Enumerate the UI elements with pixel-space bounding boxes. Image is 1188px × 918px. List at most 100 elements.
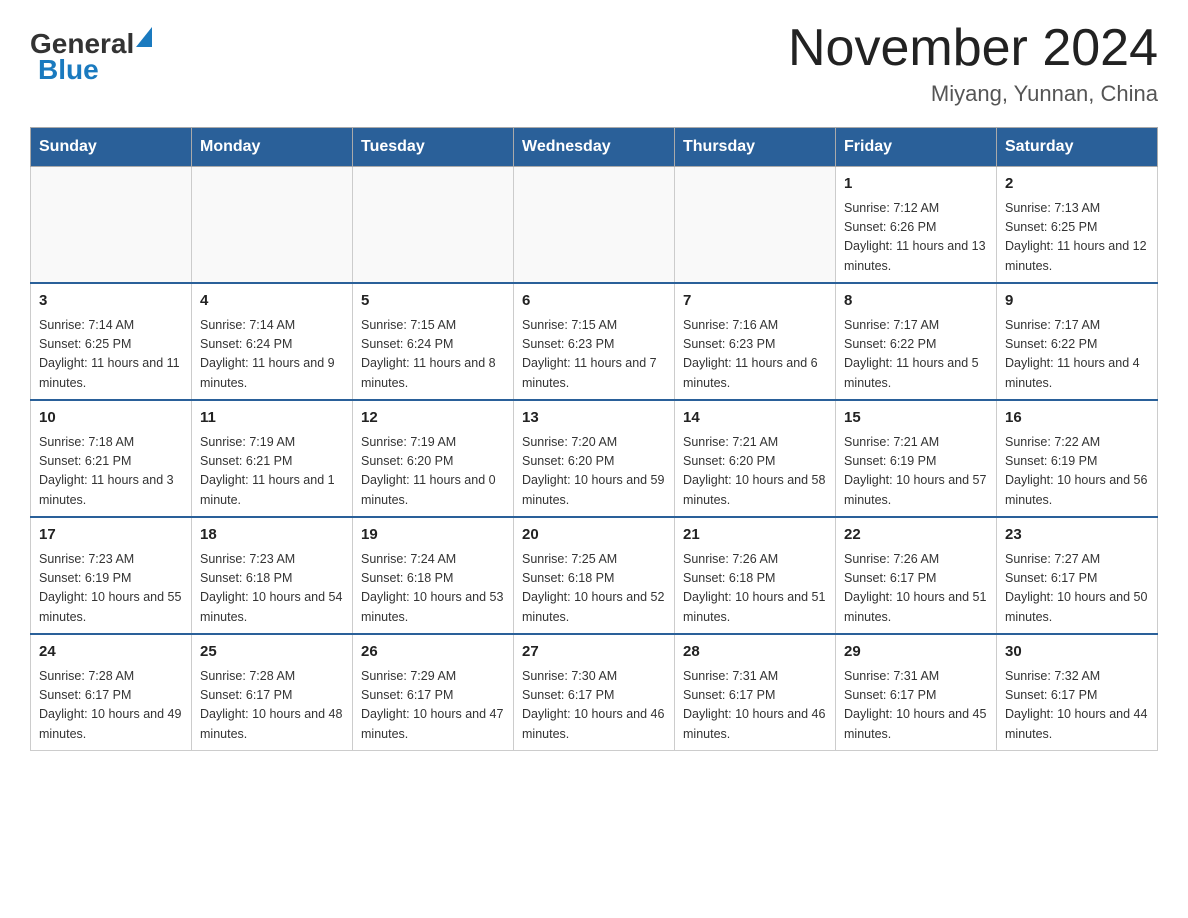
day-info: Sunrise: 7:32 AMSunset: 6:17 PMDaylight:… <box>1005 667 1149 745</box>
day-number: 4 <box>200 290 344 313</box>
day-info: Sunrise: 7:23 AMSunset: 6:18 PMDaylight:… <box>200 550 344 628</box>
day-info: Sunrise: 7:31 AMSunset: 6:17 PMDaylight:… <box>844 667 988 745</box>
calendar-week-row: 24 Sunrise: 7:28 AMSunset: 6:17 PMDayligh… <box>31 634 1158 751</box>
day-number: 17 <box>39 524 183 547</box>
day-number: 24 <box>39 641 183 664</box>
day-number: 20 <box>522 524 666 547</box>
day-number: 18 <box>200 524 344 547</box>
calendar-cell: 27 Sunrise: 7:30 AMSunset: 6:17 PMDayligh… <box>514 634 675 751</box>
day-number: 27 <box>522 641 666 664</box>
calendar-cell: 18 Sunrise: 7:23 AMSunset: 6:18 PMDayligh… <box>192 517 353 634</box>
calendar-cell: 28 Sunrise: 7:31 AMSunset: 6:17 PMDayligh… <box>675 634 836 751</box>
day-number: 23 <box>1005 524 1149 547</box>
calendar-cell: 5 Sunrise: 7:15 AMSunset: 6:24 PMDaylight… <box>353 283 514 400</box>
calendar-cell: 19Sunrise: 7:24 AMSunset: 6:18 PMDayligh… <box>353 517 514 634</box>
page-header: General Blue November 2024 Miyang, Yunna… <box>30 20 1158 107</box>
day-info: Sunrise: 7:29 AMSunset: 6:17 PMDaylight:… <box>361 667 505 745</box>
calendar-cell: 9 Sunrise: 7:17 AMSunset: 6:22 PMDaylight… <box>997 283 1158 400</box>
calendar-cell <box>514 167 675 284</box>
day-info: Sunrise: 7:21 AMSunset: 6:20 PMDaylight:… <box>683 433 827 511</box>
day-info: Sunrise: 7:17 AMSunset: 6:22 PMDaylight:… <box>844 316 988 394</box>
day-number: 16 <box>1005 407 1149 430</box>
day-info: Sunrise: 7:25 AMSunset: 6:18 PMDaylight:… <box>522 550 666 628</box>
day-info: Sunrise: 7:23 AMSunset: 6:19 PMDaylight:… <box>39 550 183 628</box>
day-header-friday: Friday <box>836 128 997 167</box>
day-number: 30 <box>1005 641 1149 664</box>
day-number: 2 <box>1005 173 1149 196</box>
day-info: Sunrise: 7:20 AMSunset: 6:20 PMDaylight:… <box>522 433 666 511</box>
calendar-cell: 23Sunrise: 7:27 AMSunset: 6:17 PMDayligh… <box>997 517 1158 634</box>
day-number: 15 <box>844 407 988 430</box>
day-number: 26 <box>361 641 505 664</box>
calendar-cell <box>31 167 192 284</box>
calendar-cell: 26 Sunrise: 7:29 AMSunset: 6:17 PMDayligh… <box>353 634 514 751</box>
calendar-cell: 4 Sunrise: 7:14 AMSunset: 6:24 PMDaylight… <box>192 283 353 400</box>
day-info: Sunrise: 7:14 AMSunset: 6:25 PMDaylight:… <box>39 316 183 394</box>
day-number: 13 <box>522 407 666 430</box>
day-header-sunday: Sunday <box>31 128 192 167</box>
day-number: 3 <box>39 290 183 313</box>
calendar-cell: 15 Sunrise: 7:21 AMSunset: 6:19 PMDayligh… <box>836 400 997 517</box>
calendar-week-row: 10Sunrise: 7:18 AMSunset: 6:21 PMDayligh… <box>31 400 1158 517</box>
month-title: November 2024 <box>788 20 1158 77</box>
day-number: 14 <box>683 407 827 430</box>
day-info: Sunrise: 7:12 AMSunset: 6:26 PMDaylight:… <box>844 199 988 277</box>
calendar-cell <box>675 167 836 284</box>
calendar-cell <box>353 167 514 284</box>
calendar-cell: 22 Sunrise: 7:26 AMSunset: 6:17 PMDayligh… <box>836 517 997 634</box>
day-info: Sunrise: 7:21 AMSunset: 6:19 PMDaylight:… <box>844 433 988 511</box>
calendar-cell: 24Sunrise: 7:28 AMSunset: 6:17 PMDayligh… <box>31 634 192 751</box>
day-info: Sunrise: 7:30 AMSunset: 6:17 PMDaylight:… <box>522 667 666 745</box>
day-number: 28 <box>683 641 827 664</box>
day-info: Sunrise: 7:19 AMSunset: 6:21 PMDaylight:… <box>200 433 344 511</box>
calendar-cell: 17 Sunrise: 7:23 AMSunset: 6:19 PMDayligh… <box>31 517 192 634</box>
day-number: 11 <box>200 407 344 430</box>
calendar-week-row: 1 Sunrise: 7:12 AMSunset: 6:26 PMDaylight… <box>31 167 1158 284</box>
day-info: Sunrise: 7:16 AMSunset: 6:23 PMDaylight:… <box>683 316 827 394</box>
day-number: 5 <box>361 290 505 313</box>
day-header-tuesday: Tuesday <box>353 128 514 167</box>
day-info: Sunrise: 7:31 AMSunset: 6:17 PMDaylight:… <box>683 667 827 745</box>
day-info: Sunrise: 7:22 AMSunset: 6:19 PMDaylight:… <box>1005 433 1149 511</box>
calendar-cell: 3 Sunrise: 7:14 AMSunset: 6:25 PMDaylight… <box>31 283 192 400</box>
day-number: 1 <box>844 173 988 196</box>
location: Miyang, Yunnan, China <box>788 81 1158 107</box>
day-number: 22 <box>844 524 988 547</box>
calendar-cell: 25Sunrise: 7:28 AMSunset: 6:17 PMDayligh… <box>192 634 353 751</box>
calendar-cell: 29Sunrise: 7:31 AMSunset: 6:17 PMDayligh… <box>836 634 997 751</box>
calendar-cell: 2 Sunrise: 7:13 AMSunset: 6:25 PMDaylight… <box>997 167 1158 284</box>
calendar-cell: 10Sunrise: 7:18 AMSunset: 6:21 PMDayligh… <box>31 400 192 517</box>
calendar-table: SundayMondayTuesdayWednesdayThursdayFrid… <box>30 127 1158 751</box>
day-info: Sunrise: 7:17 AMSunset: 6:22 PMDaylight:… <box>1005 316 1149 394</box>
calendar-week-row: 17 Sunrise: 7:23 AMSunset: 6:19 PMDayligh… <box>31 517 1158 634</box>
calendar-cell <box>192 167 353 284</box>
logo: General Blue <box>30 20 136 86</box>
day-info: Sunrise: 7:28 AMSunset: 6:17 PMDaylight:… <box>200 667 344 745</box>
calendar-cell: 6Sunrise: 7:15 AMSunset: 6:23 PMDaylight… <box>514 283 675 400</box>
calendar-cell: 14 Sunrise: 7:21 AMSunset: 6:20 PMDayligh… <box>675 400 836 517</box>
calendar-week-row: 3 Sunrise: 7:14 AMSunset: 6:25 PMDaylight… <box>31 283 1158 400</box>
day-number: 19 <box>361 524 505 547</box>
day-header-monday: Monday <box>192 128 353 167</box>
day-info: Sunrise: 7:15 AMSunset: 6:23 PMDaylight:… <box>522 316 666 394</box>
day-info: Sunrise: 7:14 AMSunset: 6:24 PMDaylight:… <box>200 316 344 394</box>
day-info: Sunrise: 7:26 AMSunset: 6:17 PMDaylight:… <box>844 550 988 628</box>
calendar-cell: 21Sunrise: 7:26 AMSunset: 6:18 PMDayligh… <box>675 517 836 634</box>
logo-blue: Blue <box>38 54 99 86</box>
calendar-cell: 8 Sunrise: 7:17 AMSunset: 6:22 PMDaylight… <box>836 283 997 400</box>
calendar-cell: 20 Sunrise: 7:25 AMSunset: 6:18 PMDayligh… <box>514 517 675 634</box>
day-info: Sunrise: 7:19 AMSunset: 6:20 PMDaylight:… <box>361 433 505 511</box>
day-number: 10 <box>39 407 183 430</box>
calendar-cell: 12Sunrise: 7:19 AMSunset: 6:20 PMDayligh… <box>353 400 514 517</box>
day-info: Sunrise: 7:13 AMSunset: 6:25 PMDaylight:… <box>1005 199 1149 277</box>
day-number: 21 <box>683 524 827 547</box>
day-number: 7 <box>683 290 827 313</box>
calendar-cell: 7 Sunrise: 7:16 AMSunset: 6:23 PMDaylight… <box>675 283 836 400</box>
day-number: 9 <box>1005 290 1149 313</box>
day-header-thursday: Thursday <box>675 128 836 167</box>
day-number: 8 <box>844 290 988 313</box>
calendar-cell: 1 Sunrise: 7:12 AMSunset: 6:26 PMDaylight… <box>836 167 997 284</box>
day-info: Sunrise: 7:15 AMSunset: 6:24 PMDaylight:… <box>361 316 505 394</box>
day-header-saturday: Saturday <box>997 128 1158 167</box>
calendar-cell: 30 Sunrise: 7:32 AMSunset: 6:17 PMDayligh… <box>997 634 1158 751</box>
